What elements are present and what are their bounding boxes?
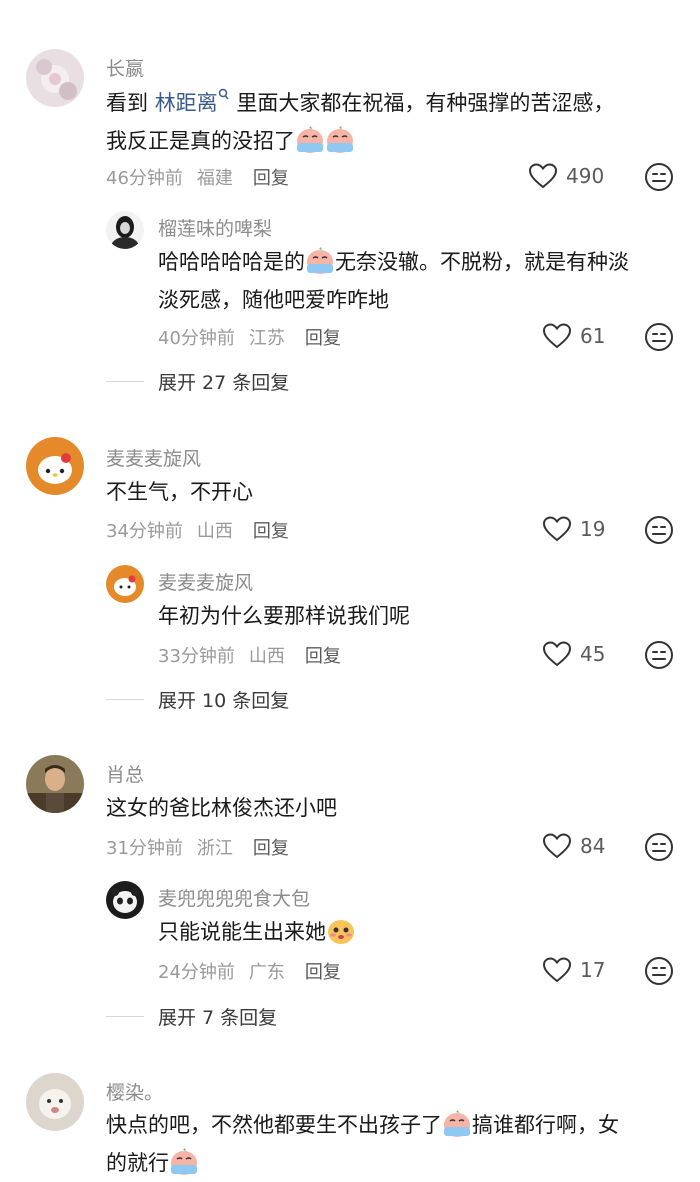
like-count: 17: [580, 958, 606, 982]
heart-icon: [528, 162, 558, 190]
like-count: 490: [566, 164, 605, 188]
reply-meta: 40分钟前 江苏 回复: [158, 324, 355, 350]
comment-text-post: 搞谁都行啊，女: [472, 1113, 619, 1137]
reply-text: 哈哈哈哈哈是的 无奈没辙。不脱粉，就是有种淡 淡死感，随他吧爱咋咋地: [158, 243, 678, 319]
like-button[interactable]: 61: [542, 322, 605, 350]
like-button[interactable]: 17: [542, 956, 605, 984]
reply-button[interactable]: 回复: [253, 838, 289, 859]
heart-icon: [542, 515, 572, 543]
reply-text-pre: 只能说能生出来她: [158, 920, 326, 944]
comment-text-line2: 的就行: [106, 1151, 169, 1175]
reply-button[interactable]: 回复: [305, 328, 341, 349]
like-count: 19: [580, 517, 606, 541]
search-icon: [218, 88, 230, 102]
crying-emoji-icon: [295, 126, 325, 154]
reply-text: 年初为什么要那样说我们呢: [158, 604, 410, 628]
crying-emoji-icon: [169, 1148, 199, 1176]
comment-text-line2: 我反正是真的没招了: [106, 129, 295, 153]
meh-face-icon[interactable]: [644, 640, 674, 670]
timestamp: 24分钟前: [158, 962, 235, 983]
meh-face-icon[interactable]: [644, 956, 674, 986]
comment-text-pre: 快点的吧，不然他都要生不出孩子了: [106, 1113, 442, 1137]
blushing-emoji-icon: [326, 917, 356, 945]
comment-meta: 46分钟前 福建 回复: [106, 164, 303, 190]
meh-face-icon[interactable]: [644, 322, 674, 352]
heart-icon: [542, 640, 572, 668]
location: 浙江: [196, 838, 233, 859]
location: 广东: [248, 962, 285, 983]
expand-replies-button[interactable]: 展开 7 条回复: [106, 1003, 277, 1030]
like-count: 61: [580, 324, 606, 348]
username[interactable]: 肖总: [106, 760, 144, 787]
username[interactable]: 樱染。: [106, 1078, 163, 1105]
username[interactable]: 榴莲味的啤梨: [158, 214, 272, 241]
reply-text: 只能说能生出来她: [158, 913, 678, 951]
avatar[interactable]: [106, 211, 144, 249]
reply-button[interactable]: 回复: [253, 168, 289, 189]
crying-emoji-icon: [442, 1110, 472, 1138]
timestamp: 33分钟前: [158, 646, 235, 667]
like-button[interactable]: 45: [542, 640, 605, 668]
like-count: 45: [580, 642, 606, 666]
username[interactable]: 长嬴: [106, 54, 144, 81]
like-button[interactable]: 19: [542, 515, 605, 543]
divider: [106, 699, 144, 700]
crying-emoji-icon: [305, 247, 335, 275]
meh-face-icon[interactable]: [644, 162, 674, 192]
avatar[interactable]: [106, 565, 144, 603]
like-button[interactable]: 490: [528, 162, 604, 190]
reply-text-post: 无奈没辙。不脱粉，就是有种淡: [335, 250, 629, 274]
username[interactable]: 麦兜兜兜兜食大包: [158, 884, 310, 911]
heart-icon: [542, 956, 572, 984]
comment-text-pre: 看到: [106, 91, 155, 115]
reply-button[interactable]: 回复: [305, 962, 341, 983]
location: 山西: [196, 521, 233, 542]
expand-label: 展开 10 条回复: [158, 690, 290, 712]
avatar[interactable]: [26, 755, 84, 813]
reply-button[interactable]: 回复: [253, 521, 289, 542]
avatar[interactable]: [26, 1073, 84, 1131]
timestamp: 46分钟前: [106, 168, 183, 189]
comment-text-post: 里面大家都在祝福，有种强撑的苦涩感，: [229, 91, 615, 115]
meh-face-icon[interactable]: [644, 515, 674, 545]
reply-text-line2: 淡死感，随他吧爱咋咋地: [158, 288, 389, 312]
like-count: 84: [580, 834, 606, 858]
meh-face-icon[interactable]: [644, 832, 674, 862]
crying-emoji-icon: [325, 126, 355, 154]
expand-replies-button[interactable]: 展开 10 条回复: [106, 686, 289, 713]
divider: [106, 1016, 144, 1017]
reply-meta: 33分钟前 山西 回复: [158, 642, 355, 668]
username[interactable]: 麦麦麦旋风: [106, 444, 201, 471]
expand-replies-button[interactable]: 展开 27 条回复: [106, 368, 289, 395]
heart-icon: [542, 832, 572, 860]
timestamp: 40分钟前: [158, 328, 235, 349]
location: 福建: [196, 168, 233, 189]
comment-text: 这女的爸比林俊杰还小吧: [106, 796, 337, 820]
comment-text: 不生气，不开心: [106, 480, 253, 504]
location: 山西: [248, 646, 285, 667]
reply-text-pre: 哈哈哈哈哈是的: [158, 250, 305, 274]
reply-meta: 24分钟前 广东 回复: [158, 958, 355, 984]
comment-text: 快点的吧，不然他都要生不出孩子了 搞谁都行啊，女 的就行: [106, 1106, 676, 1182]
heart-icon: [542, 322, 572, 350]
avatar[interactable]: [106, 881, 144, 919]
avatar[interactable]: [26, 49, 84, 107]
divider: [106, 381, 144, 382]
expand-label: 展开 7 条回复: [158, 1007, 278, 1029]
username[interactable]: 麦麦麦旋风: [158, 568, 253, 595]
like-button[interactable]: 84: [542, 832, 605, 860]
timestamp: 34分钟前: [106, 521, 183, 542]
timestamp: 31分钟前: [106, 838, 183, 859]
location: 江苏: [248, 328, 285, 349]
avatar[interactable]: [26, 437, 84, 495]
mention-link[interactable]: 林距离: [155, 91, 218, 115]
comment-text: 看到 林距离 里面大家都在祝福，有种强撑的苦涩感， 我反正是真的没招了: [106, 84, 666, 160]
comment-meta: 34分钟前 山西 回复: [106, 517, 303, 543]
expand-label: 展开 27 条回复: [158, 372, 290, 394]
comment-meta: 31分钟前 浙江 回复: [106, 834, 303, 860]
reply-button[interactable]: 回复: [305, 646, 341, 667]
